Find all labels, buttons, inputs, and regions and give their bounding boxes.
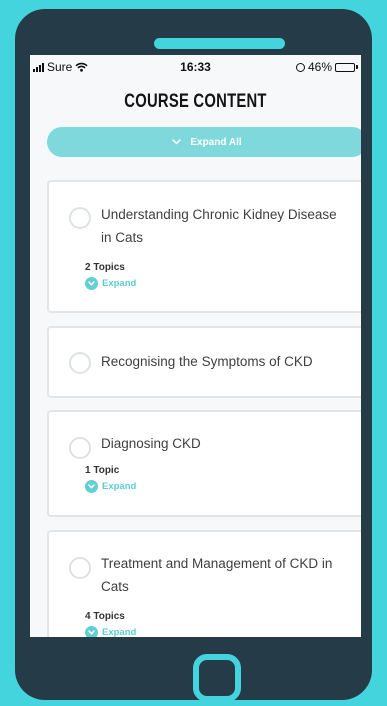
expand-link[interactable]: Expand (85, 626, 136, 637)
page-title: COURSE CONTENT (124, 91, 267, 112)
expand-all-label: Expand All (190, 136, 242, 148)
orientation-lock-icon (295, 62, 305, 72)
home-button[interactable] (193, 654, 241, 702)
completion-radio[interactable] (69, 557, 91, 579)
module-title: Diagnosing CKD (101, 436, 201, 451)
chevron-down-circle-icon (85, 277, 98, 290)
battery-icon (335, 62, 358, 72)
status-bar: Sure 16:33 46% (30, 55, 361, 77)
topic-count: 1 Topic (85, 465, 120, 476)
chevron-down-circle-icon (85, 480, 98, 493)
module-title: Understanding Chronic Kidney Disease in … (101, 207, 337, 245)
topic-count: 4 Topics (85, 611, 125, 622)
expand-all-button[interactable]: Expand All (47, 127, 361, 157)
completion-radio[interactable] (69, 352, 91, 374)
module-title: Treatment and Management of CKD in Cats (101, 556, 333, 594)
status-right: 46% (295, 60, 358, 74)
completion-radio[interactable] (69, 437, 91, 459)
module-card[interactable]: Recognising the Symptoms of CKD (47, 326, 361, 398)
module-card[interactable]: Understanding Chronic Kidney Disease in … (47, 180, 361, 313)
chevron-down-icon (172, 139, 182, 145)
battery-percent: 46% (307, 60, 332, 74)
module-card[interactable]: Diagnosing CKD 1 Topic Expand (47, 410, 361, 517)
expand-link[interactable]: Expand (85, 277, 136, 290)
app-screen: Sure 16:33 46% COURSE CONTENT Expand All… (30, 55, 361, 637)
chevron-down-circle-icon (85, 626, 98, 637)
completion-radio[interactable] (69, 207, 91, 229)
topic-count: 2 Topics (85, 262, 125, 273)
expand-link[interactable]: Expand (85, 480, 136, 493)
module-card[interactable]: Treatment and Management of CKD in Cats … (47, 530, 361, 637)
expand-label: Expand (102, 278, 137, 289)
phone-speaker (154, 38, 285, 49)
expand-label: Expand (102, 627, 137, 637)
expand-label: Expand (102, 481, 137, 492)
module-title: Recognising the Symptoms of CKD (101, 354, 313, 369)
